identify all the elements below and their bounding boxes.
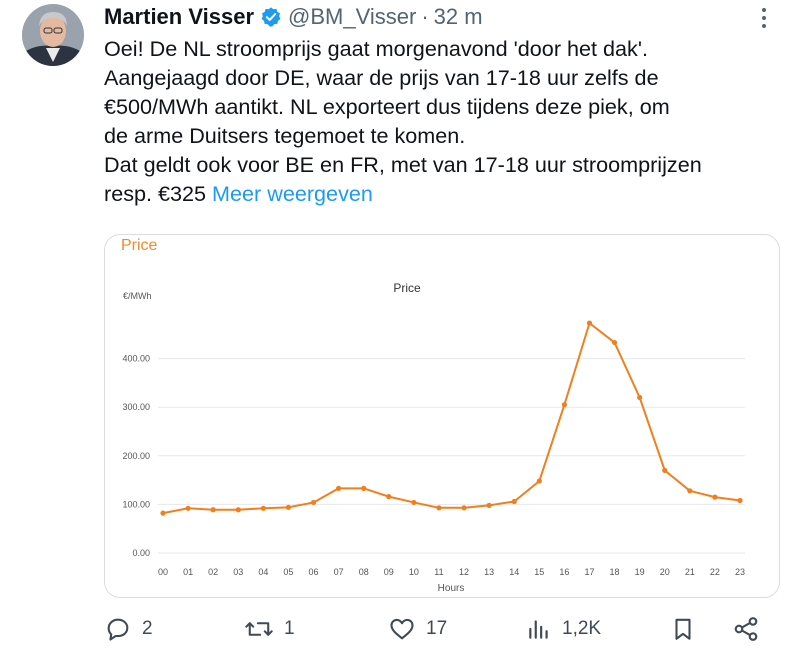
data-point — [336, 485, 342, 491]
x-tick-label: 13 — [484, 567, 494, 577]
x-tick-label: 15 — [534, 567, 544, 577]
x-tick-label: 23 — [735, 567, 745, 577]
data-point — [436, 505, 442, 511]
data-point — [511, 498, 517, 505]
retweet-icon — [245, 622, 273, 636]
data-point — [361, 485, 367, 491]
x-tick-label: 11 — [434, 567, 443, 577]
reply-button[interactable]: 2 — [104, 612, 153, 646]
data-point — [260, 505, 266, 511]
data-point — [235, 507, 241, 513]
view-count: 1,2K — [562, 618, 602, 639]
bookmark-icon — [675, 618, 691, 640]
show-more-link[interactable]: Meer weergeven — [212, 181, 373, 206]
data-point — [662, 467, 668, 473]
tweet-line: Dat geldt ook voor BE en FR, met van 17-… — [104, 152, 702, 177]
x-axis-label: Hours — [438, 583, 465, 594]
data-point — [637, 394, 643, 401]
tweet-text: Oei! De NL stroomprijs gaat morgenavond … — [104, 34, 774, 208]
data-point — [737, 497, 743, 504]
author-handle[interactable]: @BM_Visser — [288, 4, 416, 30]
tweet-actions: 2 1 17 1,2K — [104, 612, 764, 646]
author-name[interactable]: Martien Visser — [104, 4, 254, 30]
data-point — [461, 505, 467, 511]
data-point — [486, 502, 492, 508]
x-tick-label: 09 — [384, 567, 394, 577]
x-tick-label: 17 — [584, 567, 594, 577]
x-tick-label: 20 — [660, 567, 670, 577]
reply-count: 2 — [142, 618, 153, 639]
tweet-line: resp. €325 — [104, 181, 207, 206]
more-options-icon[interactable] — [752, 6, 776, 30]
profile-photo — [22, 4, 84, 66]
tweet-line: de arme Duitsers tegemoet te komen. — [104, 123, 466, 148]
x-tick-label: 12 — [459, 567, 469, 577]
tweet-line: Oei! De NL stroomprijs gaat morgenavond … — [104, 36, 648, 61]
data-point — [386, 494, 392, 500]
retweet-count: 1 — [284, 618, 295, 639]
verified-badge-icon — [260, 6, 282, 28]
y-tick-label: 0.00 — [132, 548, 150, 558]
price-series-line — [162, 322, 741, 515]
like-button[interactable]: 17 — [388, 612, 447, 646]
x-tick-label: 18 — [610, 567, 620, 577]
chart-image-card[interactable]: Price 0.00 100.00 200.00 300.00 400.00 00 01 0… — [104, 234, 780, 598]
x-tick-label: 16 — [559, 567, 569, 577]
tweet-line: Aangejaagd door DE, waar de prijs van 17… — [104, 65, 659, 90]
separator-dot: · — [421, 4, 429, 29]
tweet-line: €500/MWh aantikt. NL exporteert dus tijd… — [104, 94, 670, 119]
like-count: 17 — [426, 618, 448, 639]
data-point — [185, 505, 191, 511]
x-tick-label: 02 — [208, 567, 218, 577]
x-tick-label: 00 — [158, 567, 168, 577]
y-tick-label: 400.00 — [122, 354, 150, 364]
x-tick-label: 05 — [283, 567, 293, 577]
x-tick-label: 04 — [258, 567, 268, 577]
x-tick-label: 06 — [309, 567, 319, 577]
retweet-button[interactable]: 1 — [244, 612, 295, 646]
data-point — [411, 499, 417, 506]
tweet-header: Martien Visser @BM_Visser · 32 m — [104, 2, 483, 32]
data-point — [536, 478, 542, 484]
tweet-line-last: resp. €325 Meer weergeven — [104, 179, 774, 208]
data-point — [210, 507, 216, 513]
y-tick-label: 100.00 — [122, 499, 150, 509]
share-icon — [734, 617, 758, 641]
x-tick-label: 22 — [710, 567, 720, 577]
data-point — [712, 494, 718, 500]
data-point — [586, 320, 593, 326]
x-tick-label: 03 — [233, 567, 243, 577]
x-tick-label: 07 — [334, 567, 344, 577]
avatar[interactable] — [22, 4, 84, 66]
y-tick-label: 300.00 — [122, 402, 150, 412]
x-tick-label: 08 — [359, 567, 369, 577]
price-line-chart: 0.00 100.00 200.00 300.00 400.00 00 01 02 03 04 0… — [122, 281, 745, 594]
data-point — [285, 504, 292, 510]
views-button[interactable]: 1,2K — [526, 612, 601, 646]
data-point — [687, 488, 693, 494]
bookmark-button[interactable] — [670, 612, 706, 646]
timestamp[interactable]: 32 m — [434, 4, 483, 30]
x-tick-label: 19 — [635, 567, 645, 577]
y-axis-label: €/MWh — [123, 291, 152, 301]
data-point — [160, 510, 166, 516]
heart-icon — [390, 618, 414, 640]
analytics-icon — [529, 620, 548, 639]
share-button[interactable] — [732, 612, 770, 646]
x-tick-label: 21 — [685, 567, 695, 577]
x-tick-label: 01 — [183, 567, 193, 577]
y-tick-label: 200.00 — [122, 451, 150, 461]
chart-title: Price — [393, 281, 421, 295]
data-point — [310, 499, 317, 506]
x-tick-label: 10 — [409, 567, 419, 577]
data-point — [561, 402, 567, 408]
data-point — [611, 339, 618, 346]
reply-icon — [107, 618, 129, 641]
x-tick-label: 14 — [509, 567, 519, 577]
